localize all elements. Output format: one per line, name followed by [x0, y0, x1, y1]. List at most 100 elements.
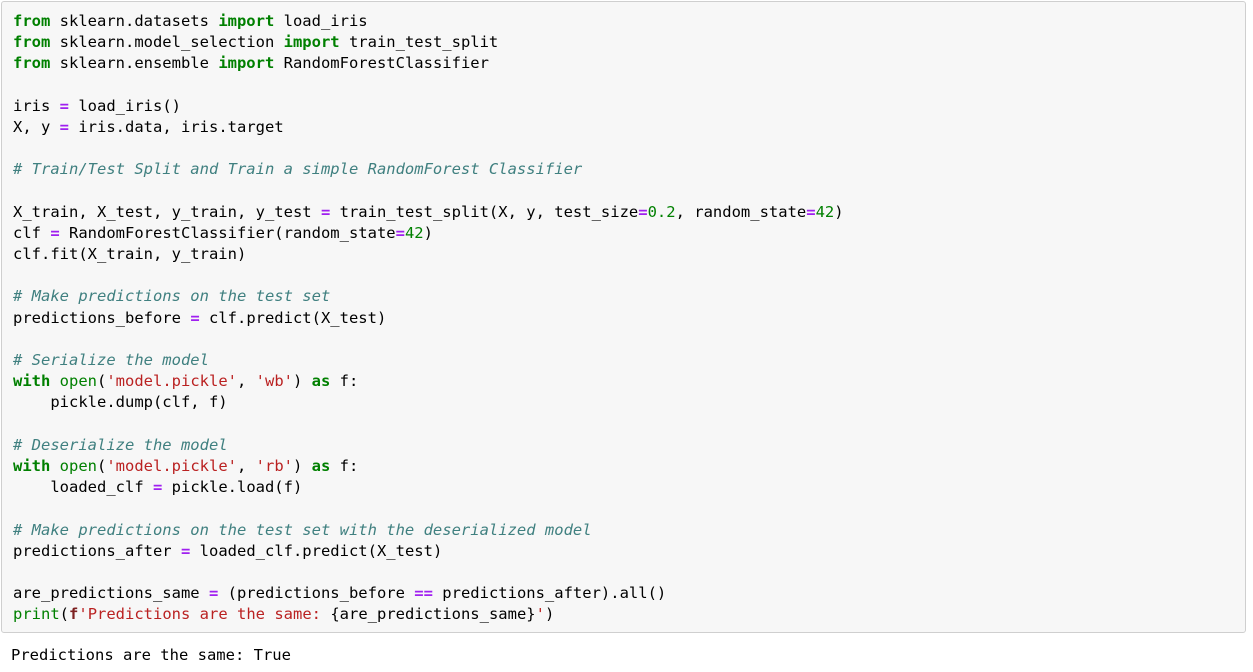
builtin-print: print: [13, 605, 60, 624]
code-text: f:: [330, 456, 359, 475]
code-text: sklearn.model_selection: [50, 33, 284, 52]
code-text: predictions_before: [13, 308, 191, 327]
code-line: with open('model.pickle', 'wb') as f:: [13, 371, 1245, 392]
code-text: X, y: [13, 117, 60, 136]
operator-equality: ==: [414, 584, 433, 603]
code-text: train_test_split(X, y, test_size: [330, 202, 639, 221]
code-text: ): [293, 372, 312, 391]
code-line: iris = load_iris(): [13, 96, 1245, 117]
code-text: ,: [237, 372, 256, 391]
code-text: ): [834, 202, 844, 221]
code-text: loaded_clf.predict(X_test): [190, 541, 443, 560]
code-line: predictions_before = clf.predict(X_test): [13, 308, 1245, 329]
python-code-block[interactable]: from sklearn.datasets import load_iris f…: [1, 1, 1246, 633]
code-text: X_train, X_test, y_train, y_test: [13, 202, 321, 221]
code-line: print(f'Predictions are the same: {are_p…: [13, 604, 1245, 625]
code-text: ,: [237, 456, 256, 475]
code-text: iris: [13, 96, 60, 115]
code-text: iris.data, iris.target: [69, 117, 284, 136]
code-line: # Make predictions on the test set with …: [13, 520, 1245, 541]
builtin-open: open: [59, 456, 97, 475]
code-text: train_test_split: [339, 33, 499, 52]
code-line: X_train, X_test, y_train, y_test = train…: [13, 202, 1245, 223]
string-literal: ': [535, 605, 545, 624]
code-line: # Train/Test Split and Train a simple Ra…: [13, 159, 1245, 180]
comment: # Make predictions on the test set: [13, 287, 331, 306]
cell-output-text: Predictions are the same: True: [11, 646, 291, 664]
code-text: sklearn.ensemble: [50, 54, 219, 73]
operator-assign: =: [320, 202, 331, 221]
operator-assign: =: [806, 202, 816, 221]
operator-assign: =: [395, 223, 405, 242]
code-cell-container: from sklearn.datasets import load_iris f…: [0, 0, 1253, 672]
code-line: from sklearn.ensemble import RandomFores…: [13, 53, 1245, 74]
code-text: sklearn.datasets: [50, 12, 219, 30]
code-text: load_iris: [274, 12, 368, 30]
code-text: load_iris(): [69, 96, 181, 115]
operator-assign: =: [59, 117, 70, 136]
string-literal: 'Predictions are the same:: [78, 605, 331, 624]
code-text: f:: [330, 372, 359, 391]
code-line: clf = RandomForestClassifier(random_stat…: [13, 223, 1245, 244]
code-line: with open('model.pickle', 'rb') as f:: [13, 456, 1245, 477]
string-interpolation: {are_predictions_same}: [330, 605, 536, 624]
code-line: from sklearn.datasets import load_iris: [13, 11, 1245, 32]
string-prefix-f: f: [69, 605, 79, 624]
code-line: clf.fit(X_train, y_train): [13, 244, 1245, 265]
code-text: RandomForestClassifier: [274, 54, 489, 73]
code-text: ): [544, 605, 555, 624]
code-lines: from sklearn.datasets import load_iris f…: [2, 11, 1245, 625]
code-line: are_predictions_same = (predictions_befo…: [13, 583, 1245, 604]
string-literal: 'model.pickle': [106, 456, 237, 475]
code-text: loaded_clf: [13, 478, 153, 497]
builtin-open: open: [59, 372, 97, 391]
code-text: predictions_after: [13, 541, 181, 560]
operator-assign: =: [180, 541, 191, 560]
number-literal: 42: [815, 202, 835, 221]
keyword-import: import: [218, 54, 275, 73]
code-text: clf.fit(X_train, y_train): [13, 245, 247, 264]
code-line: # Make predictions on the test set: [13, 286, 1245, 307]
string-literal: 'wb': [255, 372, 293, 391]
code-line: # Deserialize the model: [13, 435, 1245, 456]
code-text: , random_state: [675, 202, 807, 221]
operator-assign: =: [50, 223, 60, 242]
code-line: # Serialize the model: [13, 350, 1245, 371]
code-text: ): [423, 223, 433, 242]
code-text: clf.predict(X_test): [199, 308, 387, 327]
code-text: (: [59, 605, 70, 624]
comment: # Deserialize the model: [13, 435, 228, 454]
operator-assign: =: [152, 478, 163, 497]
code-text: (predictions_before: [218, 584, 415, 603]
keyword-from: from: [13, 54, 51, 73]
keyword-as: as: [311, 372, 331, 391]
number-literal: 42: [404, 223, 424, 242]
code-text: predictions_after).all(): [432, 584, 667, 603]
number-literal: 0.2: [647, 202, 676, 221]
code-line: pickle.dump(clf, f): [13, 392, 1245, 413]
operator-assign: =: [59, 96, 70, 115]
code-line: X, y = iris.data, iris.target: [13, 117, 1245, 138]
keyword-from: from: [13, 12, 51, 30]
code-text: ): [293, 456, 312, 475]
string-literal: 'rb': [255, 456, 293, 475]
keyword-import: import: [283, 33, 340, 52]
comment: # Serialize the model: [13, 351, 209, 369]
code-line: loaded_clf = pickle.load(f): [13, 477, 1245, 498]
keyword-with: with: [13, 372, 51, 391]
code-text: are_predictions_same: [13, 584, 209, 603]
keyword-with: with: [13, 456, 51, 475]
code-text: pickle.dump(clf, f): [13, 393, 228, 412]
code-text: RandomForestClassifier(random_state: [59, 223, 396, 242]
keyword-from: from: [13, 33, 51, 52]
